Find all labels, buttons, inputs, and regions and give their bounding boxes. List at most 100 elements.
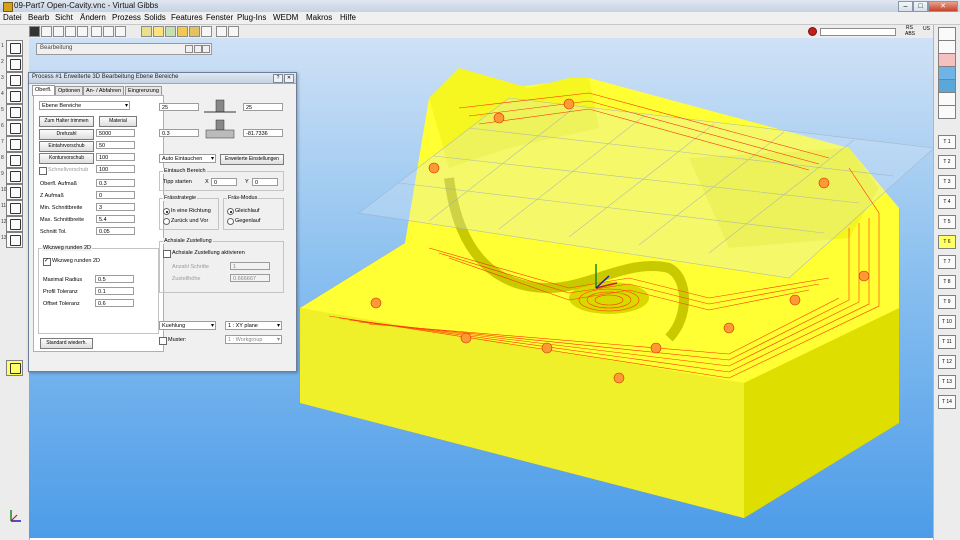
zoom-in-icon[interactable]: [91, 26, 102, 37]
menu-datei[interactable]: Datei: [3, 13, 22, 22]
right-tool-b[interactable]: [938, 40, 956, 54]
tip-x-field[interactable]: 0: [211, 178, 237, 186]
menu-aendern[interactable]: Ändern: [80, 13, 106, 22]
view-grid-icon[interactable]: [77, 26, 88, 37]
view-hidden-icon[interactable]: [53, 26, 64, 37]
tool-t14[interactable]: T 14: [938, 395, 956, 409]
tool-t4[interactable]: T 4: [938, 195, 956, 209]
view-shaded-icon[interactable]: [29, 26, 40, 37]
right-tool-d[interactable]: [938, 66, 956, 80]
contour-feed-field[interactable]: 100: [96, 153, 135, 161]
left-tool-11[interactable]: [6, 200, 23, 216]
dialog-close-button[interactable]: ✕: [284, 74, 294, 83]
round-2d-checkbox[interactable]: [43, 257, 51, 266]
tool-t12[interactable]: T 12: [938, 355, 956, 369]
conventional-radio[interactable]: [227, 218, 234, 225]
rotate-icon[interactable]: [201, 26, 212, 37]
menu-features[interactable]: Features: [171, 13, 203, 22]
one-direction-radio[interactable]: [163, 208, 170, 215]
menu-makros[interactable]: Makros: [306, 13, 332, 22]
tool-t1[interactable]: T 1: [938, 135, 956, 149]
cross-icon[interactable]: [228, 26, 239, 37]
tool-t11[interactable]: T 11: [938, 335, 956, 349]
surface-icon[interactable]: [165, 26, 176, 37]
tool-t3[interactable]: T 3: [938, 175, 956, 189]
tool-t10[interactable]: T 10: [938, 315, 956, 329]
close-button[interactable]: ✕: [928, 1, 958, 12]
extended-settings-button[interactable]: Erweiterte Einstellungen: [220, 154, 284, 165]
max-radius-field[interactable]: 0.5: [95, 275, 134, 283]
zoom-fit-icon[interactable]: [115, 26, 126, 37]
top-left-field[interactable]: 25: [159, 103, 199, 111]
left-tool-7[interactable]: [6, 136, 23, 152]
speed-field[interactable]: 5000: [96, 129, 135, 137]
maximize-button[interactable]: □: [913, 1, 928, 12]
speed-button[interactable]: Drehzahl: [39, 129, 94, 140]
top-right-field[interactable]: 25: [243, 103, 283, 111]
left-tool-3[interactable]: [6, 72, 23, 88]
stop-icon[interactable]: [808, 27, 817, 36]
left-tool-4[interactable]: [6, 88, 23, 104]
panel-pin-icon[interactable]: [185, 45, 193, 53]
menu-solids[interactable]: Solids: [144, 13, 166, 22]
dialog-title-bar[interactable]: Process #1 Erweiterte 3D Bearbeitung Ebe…: [29, 73, 296, 84]
menu-bearb[interactable]: Bearb: [28, 13, 49, 22]
minimize-button[interactable]: –: [898, 1, 913, 12]
tool-t9[interactable]: T 9: [938, 295, 956, 309]
menu-sicht[interactable]: Sicht: [55, 13, 73, 22]
menu-plugins[interactable]: Plug-Ins: [237, 13, 266, 22]
strategy-select[interactable]: Ebene Bereiche: [39, 101, 130, 110]
step-height-field[interactable]: 0.666667: [230, 274, 270, 282]
auto-plunge-select[interactable]: Auto Eintauchen: [159, 154, 216, 163]
block-icon[interactable]: [189, 26, 200, 37]
offset-tolerance-field[interactable]: 0.6: [95, 299, 134, 307]
left-tool-12[interactable]: [6, 216, 23, 232]
tool-t7[interactable]: T 7: [938, 255, 956, 269]
left-tool-1[interactable]: [6, 40, 23, 56]
left-tool-10[interactable]: [6, 184, 23, 200]
menu-wedm[interactable]: WEDM: [273, 13, 298, 22]
solid-icon[interactable]: [177, 26, 188, 37]
profile-tolerance-field[interactable]: 0.1: [95, 287, 134, 295]
left-tool-8[interactable]: [6, 152, 23, 168]
max-stepover-field[interactable]: 5.4: [96, 215, 135, 223]
dialog-help-button[interactable]: ?: [273, 74, 283, 83]
panel-float-icon[interactable]: [194, 45, 202, 53]
back-forth-radio[interactable]: [163, 218, 170, 225]
axial-infeed-checkbox[interactable]: [163, 250, 171, 258]
fast-feed-field[interactable]: 100: [96, 165, 135, 173]
restore-defaults-button[interactable]: Standard wiederh.: [40, 338, 93, 349]
panel-close-icon[interactable]: [202, 45, 210, 53]
right-tool-f[interactable]: [938, 92, 956, 106]
part-icon[interactable]: [153, 26, 164, 37]
active-tool[interactable]: [6, 360, 23, 376]
material-button[interactable]: Material: [99, 116, 137, 127]
right-tool-c[interactable]: [938, 53, 956, 67]
left-tool-6[interactable]: [6, 120, 23, 136]
right-tool-g[interactable]: [938, 105, 956, 119]
left-tool-9[interactable]: [6, 168, 23, 184]
contour-feed-button[interactable]: Konturvorschub: [39, 153, 94, 164]
z-allowance-field[interactable]: 0: [96, 191, 135, 199]
plunge-feed-field[interactable]: 50: [96, 141, 135, 149]
min-stepover-field[interactable]: 3: [96, 203, 135, 211]
pattern-checkbox[interactable]: [159, 337, 167, 345]
menu-prozess[interactable]: Prozess: [112, 13, 141, 22]
num-steps-field[interactable]: 1: [230, 262, 270, 270]
menu-hilfe[interactable]: Hilfe: [340, 13, 356, 22]
shape-icon[interactable]: [141, 26, 152, 37]
right-tool-e[interactable]: [938, 79, 956, 93]
tool-t13[interactable]: T 13: [938, 375, 956, 389]
view-wire-icon[interactable]: [41, 26, 52, 37]
left-tool-5[interactable]: [6, 104, 23, 120]
trim-to-holder-button[interactable]: Zum Halter trimmen: [39, 116, 94, 127]
surface-allowance-field[interactable]: 0.3: [96, 179, 135, 187]
bearbeitung-panel-header[interactable]: Bearbeitung: [36, 43, 212, 55]
left-tool-2[interactable]: [6, 56, 23, 72]
left-tool-13[interactable]: [6, 232, 23, 248]
fast-feed-checkbox[interactable]: [39, 167, 47, 175]
plane-select[interactable]: 1 : XY plane: [225, 321, 282, 330]
climb-radio[interactable]: [227, 208, 234, 215]
coolant-select[interactable]: Kuehlung: [159, 321, 216, 330]
bottom-right-field[interactable]: -81.7336: [243, 129, 283, 137]
